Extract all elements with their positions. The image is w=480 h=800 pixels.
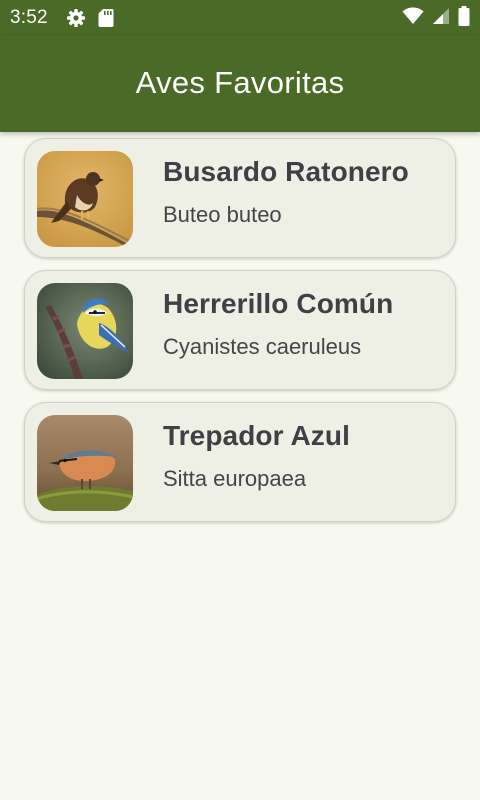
bird-card-text: Herrerillo Común Cyanistes caeruleus <box>163 285 393 361</box>
bird-card-text: Busardo Ratonero Buteo buteo <box>163 153 409 229</box>
status-bar: 3:52 <box>0 0 480 36</box>
status-right-icons <box>402 5 470 31</box>
bird-name: Herrerillo Común <box>163 288 394 319</box>
bird-card[interactable]: Herrerillo Común Cyanistes caeruleus <box>24 270 456 390</box>
bird-list: Busardo Ratonero Buteo buteo Herrerillo … <box>24 138 456 534</box>
app-bar: Aves Favoritas <box>0 36 480 132</box>
cell-signal-icon <box>432 7 450 30</box>
bird-scientific-name: Buteo buteo <box>163 202 282 227</box>
blue-tit-photo <box>37 283 133 379</box>
bird-scientific-name: Sitta europaea <box>163 466 307 491</box>
sd-card-icon <box>98 8 114 28</box>
app-title: Aves Favoritas <box>135 65 345 100</box>
buzzard-photo <box>37 151 133 247</box>
bird-card[interactable]: Busardo Ratonero Buteo buteo <box>24 138 456 258</box>
battery-icon <box>458 5 470 31</box>
status-time: 3:52 <box>10 7 48 28</box>
bird-scientific-name: Cyanistes caeruleus <box>163 334 362 359</box>
bird-card[interactable]: Trepador Azul Sitta europaea <box>24 402 456 522</box>
bird-name: Trepador Azul <box>163 420 350 451</box>
gear-icon <box>66 8 86 28</box>
bird-card-text: Trepador Azul Sitta europaea <box>163 417 350 493</box>
wifi-icon <box>402 7 424 30</box>
nuthatch-photo <box>37 415 133 511</box>
bird-name: Busardo Ratonero <box>163 156 409 187</box>
